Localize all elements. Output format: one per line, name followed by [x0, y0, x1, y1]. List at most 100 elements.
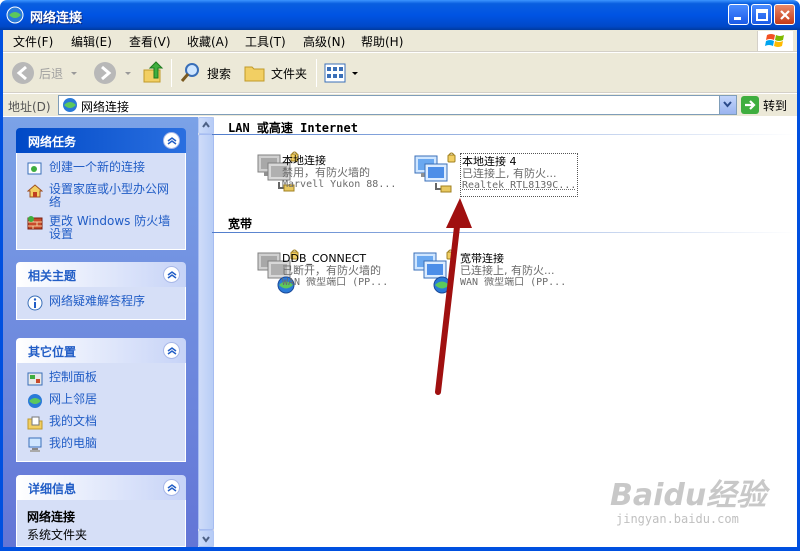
windows-flag-icon [765, 34, 784, 47]
network-tasks-group: 网络任务 创建一个新的连接 设置家庭或小型办公网络 更改 Windows 防火墙… [16, 128, 186, 250]
chevron-up-icon [167, 271, 177, 279]
vertical-scrollbar[interactable] [198, 117, 214, 547]
other-places-header[interactable]: 其它位置 [16, 338, 186, 363]
connection-name: 本地连接 4 [462, 156, 517, 168]
my-documents-link[interactable]: 我的文档 [27, 415, 177, 431]
menu-view[interactable]: 查看(V) [129, 33, 171, 50]
collapse-button[interactable] [163, 342, 180, 359]
views-grid-icon [324, 63, 346, 83]
control-panel-icon [27, 372, 43, 386]
maximize-icon [756, 9, 768, 21]
related-topics-group: 相关主题 网络疑难解答程序 [16, 262, 186, 320]
chevron-down-icon [723, 101, 732, 108]
network-troubleshooter-link[interactable]: 网络疑难解答程序 [27, 295, 177, 311]
collapse-button[interactable] [163, 479, 180, 496]
toolbar-separator [316, 59, 317, 87]
group-divider [212, 134, 797, 135]
toolbar: 后退 搜索 文件夹 [3, 53, 797, 93]
scroll-up-button[interactable] [198, 117, 214, 134]
details-body: 网络连接 系统文件夹 [16, 500, 186, 547]
create-connection-link[interactable]: 创建一个新的连接 [27, 161, 177, 177]
home-network-icon [27, 184, 43, 198]
connection-name: 宽带连接 [460, 253, 504, 265]
toolbar-separator [171, 59, 172, 87]
baidu-watermark-logo: Baidu经验 [610, 478, 767, 513]
other-places-group: 其它位置 控制面板 网上邻居 我的文档 我的电脑 [16, 338, 186, 462]
menu-bar: 文件(F) 编辑(E) 查看(V) 收藏(A) 工具(T) 高级(N) 帮助(H… [3, 30, 797, 52]
folders-label: 文件夹 [271, 66, 308, 81]
group-title: 网络任务 [28, 135, 77, 149]
chevron-up-icon [167, 137, 177, 145]
windows-logo [757, 31, 793, 51]
firewall-settings-link[interactable]: 更改 Windows 防火墙设置 [27, 215, 177, 241]
back-label: 后退 [39, 66, 64, 81]
back-dropdown-icon [71, 72, 78, 75]
scroll-down-button[interactable] [198, 530, 214, 547]
menu-file[interactable]: 文件(F) [13, 33, 53, 50]
control-panel-link[interactable]: 控制面板 [27, 371, 177, 387]
scroll-thumb[interactable] [198, 134, 214, 530]
search-label: 搜索 [207, 66, 232, 81]
address-input[interactable]: 网络连接 [58, 95, 737, 115]
group-title: 详细信息 [28, 482, 77, 496]
views-dropdown-icon [352, 72, 358, 75]
back-button[interactable]: 后退 [11, 59, 79, 87]
folder-icon [244, 66, 265, 82]
close-button[interactable] [774, 4, 795, 25]
address-label: 地址(D) [8, 100, 51, 114]
menu-help[interactable]: 帮助(H) [361, 33, 403, 50]
up-folder-icon [143, 61, 164, 83]
connection-device: Realtek RTL8139C... [462, 180, 577, 191]
window-border-left [0, 30, 3, 551]
my-computer-icon [28, 437, 42, 452]
connection-item[interactable]: 宽带连接 已连接上, 有防火... WAN 微型端口 (PP... [413, 249, 630, 295]
forward-arrow-icon [94, 62, 116, 84]
window-border-bottom [0, 547, 800, 551]
other-places-body: 控制面板 网上邻居 我的文档 我的电脑 [16, 363, 186, 462]
chevron-up-icon [167, 347, 177, 355]
maximize-button[interactable] [751, 4, 772, 25]
go-label: 转到 [763, 98, 788, 113]
lan-connected-icon [414, 152, 456, 193]
menu-favorites[interactable]: 收藏(A) [187, 33, 229, 50]
title-bar[interactable]: 网络连接 [0, 0, 800, 30]
broadband-connected-icon [413, 249, 455, 294]
firewall-icon [27, 216, 43, 230]
go-button[interactable]: 转到 [741, 95, 787, 115]
menu-advanced[interactable]: 高级(N) [303, 33, 345, 50]
setup-home-network-link[interactable]: 设置家庭或小型办公网络 [27, 183, 177, 209]
minimize-icon [734, 17, 741, 20]
forward-dropdown-icon [125, 72, 131, 75]
baidu-watermark-url: jingyan.baidu.com [616, 512, 739, 526]
collapse-button[interactable] [163, 266, 180, 283]
group-title: 其它位置 [28, 345, 77, 359]
menu-tools[interactable]: 工具(T) [245, 33, 286, 50]
address-dropdown-button[interactable] [719, 96, 736, 114]
scroll-up-icon [202, 121, 210, 128]
connection-item-selected[interactable]: 本地连接 4 已连接上, 有防火... Realtek RTL8139C... [414, 152, 578, 197]
collapse-button[interactable] [163, 132, 180, 149]
scroll-down-icon [202, 536, 210, 543]
task-pane: 网络任务 创建一个新的连接 设置家庭或小型办公网络 更改 Windows 防火墙… [3, 117, 198, 547]
chevron-up-icon [167, 484, 177, 492]
folders-button[interactable]: 文件夹 [243, 59, 307, 87]
search-icon [180, 63, 199, 82]
go-arrow-icon [741, 96, 759, 114]
related-topics-header[interactable]: 相关主题 [16, 262, 186, 287]
my-computer-link[interactable]: 我的电脑 [27, 437, 177, 453]
details-name: 网络连接 [27, 510, 76, 524]
network-tasks-body: 创建一个新的连接 设置家庭或小型办公网络 更改 Windows 防火墙设置 [16, 153, 186, 250]
network-places-link[interactable]: 网上邻居 [27, 393, 177, 409]
network-tasks-header[interactable]: 网络任务 [16, 128, 186, 153]
up-folder-button[interactable] [141, 59, 165, 87]
minimize-button[interactable] [728, 4, 749, 25]
info-icon [27, 295, 43, 311]
search-button[interactable]: 搜索 [179, 59, 231, 87]
menu-edit[interactable]: 编辑(E) [71, 33, 112, 50]
forward-button[interactable] [93, 59, 133, 87]
related-topics-body: 网络疑难解答程序 [16, 287, 186, 320]
details-header[interactable]: 详细信息 [16, 475, 186, 500]
group-divider [212, 232, 797, 233]
details-type: 系统文件夹 [27, 528, 88, 542]
views-button[interactable] [323, 59, 360, 87]
